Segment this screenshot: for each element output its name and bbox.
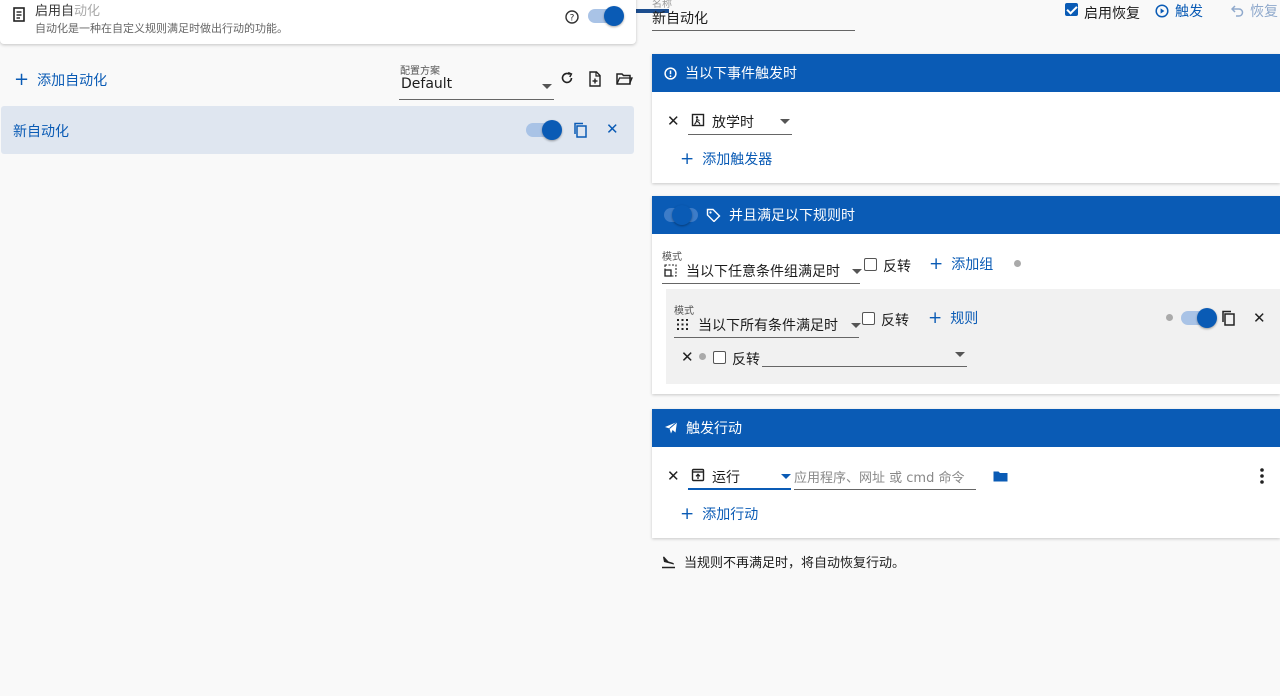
- duplicate-group-icon[interactable]: [1221, 310, 1236, 326]
- profile-select[interactable]: Default: [399, 76, 554, 100]
- add-automation-button[interactable]: + 添加自动化: [14, 70, 107, 90]
- folder-icon[interactable]: [993, 470, 1008, 482]
- chevron-down-icon: [542, 84, 552, 89]
- chevron-down-icon: [781, 474, 791, 479]
- delete-automation-close-icon[interactable]: ✕: [606, 122, 619, 137]
- rule-invert-label: 反转: [732, 352, 760, 368]
- chevron-down-icon: [780, 119, 790, 124]
- triggers-header: 当以下事件触发时: [652, 54, 1280, 92]
- plus-icon: +: [680, 149, 695, 169]
- actions-card: 触发行动 ✕ 运行 应用程序、网址 或 cmd 命令 + 添加行动: [652, 409, 1280, 538]
- rule-invert-checkbox[interactable]: [713, 351, 726, 364]
- group-invert-label: 反转: [881, 313, 909, 329]
- remove-group-close-icon[interactable]: ✕: [1253, 311, 1266, 326]
- enable-automation-toggle[interactable]: [588, 6, 624, 26]
- run-window-icon: [691, 468, 705, 482]
- open-folder-icon[interactable]: [616, 72, 633, 86]
- rules-invert-checkbox[interactable]: [864, 258, 877, 271]
- enable-automation-title: 启用自动化: [35, 4, 101, 19]
- add-group-button[interactable]: + 添加组: [929, 254, 993, 274]
- refresh-icon[interactable]: [560, 71, 574, 85]
- remove-action-close-icon[interactable]: ✕: [667, 469, 680, 484]
- group-enabled-toggle[interactable]: [1181, 308, 1217, 328]
- svg-text:?: ?: [570, 14, 575, 24]
- chevron-down-icon: [851, 323, 861, 328]
- plus-icon: +: [929, 254, 944, 274]
- restore-button[interactable]: 恢复: [1231, 1, 1278, 21]
- document-icon: [12, 7, 26, 23]
- rule-type-select[interactable]: [762, 343, 967, 367]
- group-mode-select[interactable]: 当以下所有条件满足时: [674, 313, 861, 338]
- flight-land-icon: [661, 555, 676, 569]
- select-all-icon: [676, 318, 689, 331]
- plus-icon: +: [928, 308, 943, 328]
- triggers-card: 当以下事件触发时 ✕ 放学时 + 添加触发器: [652, 54, 1280, 183]
- trigger-select[interactable]: 放学时: [688, 109, 792, 135]
- group-invert-checkbox[interactable]: [862, 312, 875, 325]
- automation-list-item[interactable]: 新自动化 ✕: [1, 106, 634, 154]
- enable-automation-card: 启用自动化 自动化是一种在自定义规则满足时做出行动的功能。 ?: [0, 0, 636, 44]
- group-status-dot: [1166, 314, 1173, 321]
- command-input[interactable]: 应用程序、网址 或 cmd 命令: [794, 464, 976, 490]
- add-trigger-button[interactable]: + 添加触发器: [680, 149, 772, 169]
- alert-circle-icon: [664, 66, 677, 80]
- duplicate-icon[interactable]: [573, 122, 588, 138]
- restore-note: 当规则不再满足时，将自动恢复行动。: [661, 552, 905, 571]
- rules-enabled-toggle[interactable]: [664, 205, 698, 225]
- chevron-down-icon: [852, 269, 862, 274]
- rules-header: 并且满足以下规则时: [652, 196, 1280, 234]
- rules-title: 并且满足以下规则时: [729, 208, 855, 224]
- add-action-button[interactable]: + 添加行动: [680, 504, 758, 524]
- actions-title: 触发行动: [686, 421, 742, 437]
- undo-icon: [1231, 5, 1244, 17]
- rules-card: 并且满足以下规则时 模式 当以下任意条件组满足时 反转 + 添加组 模式 当以下…: [652, 196, 1280, 394]
- chevron-down-icon: [955, 352, 965, 357]
- enable-automation-description: 自动化是一种在自定义规则满足时做出行动的功能。: [35, 22, 288, 35]
- rules-mode-select[interactable]: 当以下任意条件组满足时: [662, 259, 862, 284]
- trigger-button[interactable]: 触发: [1155, 1, 1203, 21]
- add-rule-button[interactable]: + 规则: [928, 308, 978, 328]
- automation-enabled-toggle[interactable]: [526, 120, 562, 140]
- remove-rule-close-icon[interactable]: ✕: [681, 350, 694, 365]
- enable-restore-label: 启用恢复: [1084, 6, 1140, 22]
- rules-invert-label: 反转: [883, 259, 911, 275]
- plus-icon: +: [680, 504, 695, 524]
- actions-header: 触发行动: [652, 409, 1280, 447]
- condition-group: 模式 当以下所有条件满足时 反转 + 规则 ✕ ✕ 反转: [666, 289, 1280, 384]
- school-exit-icon: [691, 113, 705, 127]
- automation-list-item-name: 新自动化: [13, 124, 69, 140]
- plus-icon: +: [14, 69, 30, 90]
- enable-restore-checkbox[interactable]: [1065, 3, 1078, 16]
- triggers-title: 当以下事件触发时: [685, 66, 797, 82]
- airplane-icon: [664, 421, 678, 435]
- help-icon[interactable]: ?: [564, 9, 580, 25]
- remove-trigger-close-icon[interactable]: ✕: [667, 114, 680, 129]
- profile-label: 配置方案: [400, 66, 440, 77]
- more-vert-icon[interactable]: [1259, 467, 1265, 485]
- play-circle-icon: [1155, 4, 1169, 18]
- new-file-icon[interactable]: [588, 71, 603, 87]
- rule-status-dot: [699, 353, 706, 360]
- select-any-icon: [664, 264, 677, 277]
- tag-icon: [706, 208, 721, 222]
- status-dot: [1014, 260, 1021, 267]
- action-type-select[interactable]: 运行: [688, 464, 791, 490]
- automation-name-input[interactable]: 新自动化: [652, 0, 855, 31]
